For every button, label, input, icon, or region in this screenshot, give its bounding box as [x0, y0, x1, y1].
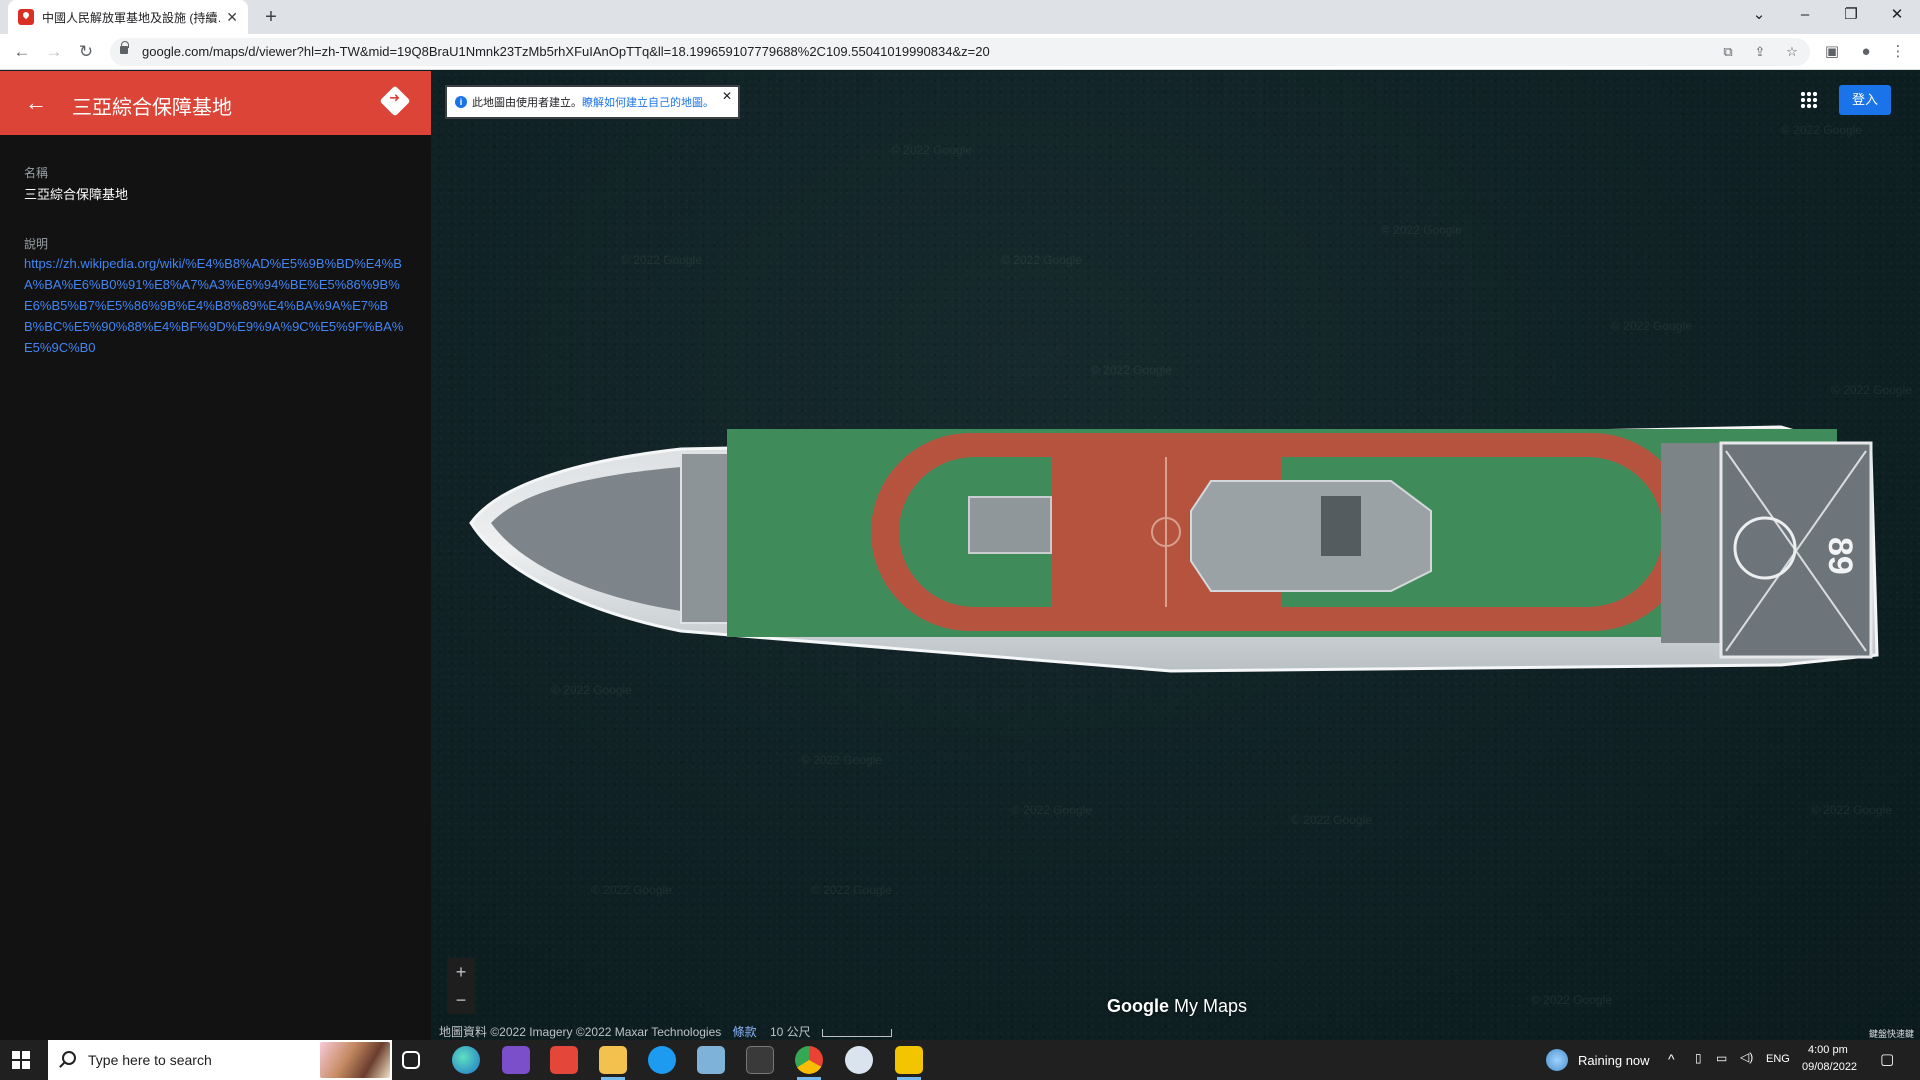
restore-icon[interactable]: ❐: [1828, 0, 1874, 30]
translate-icon[interactable]: ⧉: [1718, 42, 1738, 62]
zoom-control: + −: [447, 958, 475, 1014]
usb-icon[interactable]: ▯: [1695, 1051, 1702, 1065]
notice-text: 此地圖由使用者建立。: [472, 97, 582, 109]
scale-label[interactable]: 10 公尺: [770, 1025, 811, 1039]
close-window-icon[interactable]: ✕: [1874, 0, 1920, 30]
snipping-tool-icon[interactable]: [845, 1046, 873, 1074]
lock-icon[interactable]: [120, 41, 129, 54]
minimize-icon[interactable]: –: [1782, 0, 1828, 30]
scale-bar: [822, 1028, 892, 1037]
task-view-icon[interactable]: [402, 1051, 420, 1069]
browser-tab[interactable]: 中國人民解放軍基地及設施 (持續… ✕: [8, 0, 248, 34]
share-icon[interactable]: ⇪: [1750, 42, 1770, 62]
page-title: 三亞綜合保障基地: [72, 97, 232, 119]
anydesk-icon[interactable]: [550, 1046, 578, 1074]
tab-search-chevron-icon[interactable]: ⌄: [1736, 0, 1782, 30]
more-menu-icon[interactable]: ⋮: [1886, 40, 1910, 64]
side-panel-icon[interactable]: ▣: [1820, 40, 1844, 64]
back-arrow-icon[interactable]: ←: [22, 89, 50, 117]
taskbar-search-box[interactable]: Type here to search: [48, 1040, 392, 1080]
file-explorer-icon[interactable]: [599, 1046, 627, 1074]
zoom-in-button[interactable]: +: [447, 958, 475, 986]
visual-studio-icon[interactable]: [502, 1046, 530, 1074]
sign-in-button[interactable]: 登入: [1839, 85, 1891, 115]
zoom-out-button[interactable]: −: [447, 986, 475, 1014]
name-label: 名稱: [24, 166, 49, 180]
logo-mymaps: My Maps: [1174, 996, 1248, 1016]
search-icon: [62, 1051, 76, 1065]
logo-google: Google: [1107, 996, 1169, 1016]
tab-title: 中國人民解放軍基地及設施 (持續…: [42, 10, 221, 25]
windows-taskbar: Type here to search Raining now ^ ▯ ▭ ◁)…: [0, 1040, 1920, 1080]
close-notice-icon[interactable]: ✕: [722, 89, 732, 103]
tray-chevron-icon[interactable]: ^: [1668, 1051, 1675, 1067]
place-details-panel: ← 三亞綜合保障基地 名稱 三亞綜合保障基地 說明 https://zh.wik…: [0, 71, 431, 1040]
volume-icon[interactable]: ◁): [1740, 1050, 1753, 1064]
weather-text[interactable]: Raining now: [1578, 1053, 1650, 1068]
bookmark-star-icon[interactable]: ☆: [1782, 42, 1802, 62]
back-icon[interactable]: ←: [10, 40, 34, 64]
skype-icon[interactable]: [648, 1046, 676, 1074]
notifications-icon[interactable]: ▢: [1880, 1050, 1894, 1068]
terms-link[interactable]: 條款: [733, 1025, 757, 1039]
forward-icon[interactable]: →: [42, 40, 66, 64]
windows-start-icon[interactable]: [12, 1051, 30, 1069]
sticky-notes-icon[interactable]: [895, 1046, 923, 1074]
hull-number: 89: [1821, 537, 1859, 575]
directions-icon[interactable]: [379, 85, 411, 117]
profile-avatar-icon[interactable]: ●: [1854, 40, 1878, 64]
map-attribution: 地圖資料 ©2022 Imagery ©2022 Maxar Technolog…: [439, 1023, 892, 1040]
browser-tab-bar: 中國人民解放軍基地及設施 (持續… ✕ + ⌄ – ❐ ✕: [0, 0, 1920, 34]
tab-close-icon[interactable]: ✕: [226, 9, 238, 26]
network-icon[interactable]: ▭: [1716, 1051, 1727, 1065]
description-link[interactable]: https://zh.wikipedia.org/wiki/%E4%B8%AD%…: [24, 253, 408, 358]
info-icon: i: [455, 96, 467, 108]
address-bar[interactable]: google.com/maps/d/viewer?hl=zh-TW&mid=19…: [110, 38, 1810, 66]
chrome-icon[interactable]: [795, 1046, 823, 1074]
google-apps-icon[interactable]: [1800, 91, 1818, 109]
terminal-icon[interactable]: [746, 1046, 774, 1074]
search-placeholder: Type here to search: [88, 1052, 212, 1068]
url-text[interactable]: google.com/maps/d/viewer?hl=zh-TW&mid=19…: [142, 44, 990, 59]
google-maps-favicon-icon: [18, 9, 34, 25]
google-my-maps-logo: Google My Maps: [1107, 996, 1247, 1017]
search-highlight-image[interactable]: [320, 1042, 390, 1078]
description-label: 說明: [24, 237, 49, 251]
ship-satellite-image: 89: [469, 425, 1879, 673]
panel-header: ← 三亞綜合保障基地: [0, 71, 431, 135]
keyboard-shortcuts-link[interactable]: 鍵盤快速鍵: [1869, 1027, 1914, 1040]
app-icon[interactable]: [697, 1046, 725, 1074]
edge-browser-icon[interactable]: [452, 1046, 480, 1074]
reload-icon[interactable]: ↻: [74, 40, 98, 64]
weather-rain-icon[interactable]: [1546, 1049, 1568, 1071]
learn-create-map-link[interactable]: 瞭解如何建立自己的地圖。: [582, 94, 714, 110]
language-indicator[interactable]: ENG: [1766, 1053, 1790, 1065]
clock-time[interactable]: 4:00 pm: [1808, 1044, 1848, 1056]
browser-toolbar: ← → ↻ google.com/maps/d/viewer?hl=zh-TW&…: [0, 34, 1920, 70]
new-tab-icon[interactable]: +: [258, 4, 284, 30]
attribution-text: 地圖資料 ©2022 Imagery ©2022 Maxar Technolog…: [439, 1025, 722, 1039]
user-created-map-notice: i 此地圖由使用者建立。 瞭解如何建立自己的地圖。 ✕: [445, 85, 740, 119]
name-value: 三亞綜合保障基地: [24, 187, 129, 202]
satellite-map[interactable]: © 2022 Google © 2022 Google © 2022 Googl…: [431, 71, 1920, 1040]
clock-date[interactable]: 09/08/2022: [1802, 1061, 1857, 1073]
